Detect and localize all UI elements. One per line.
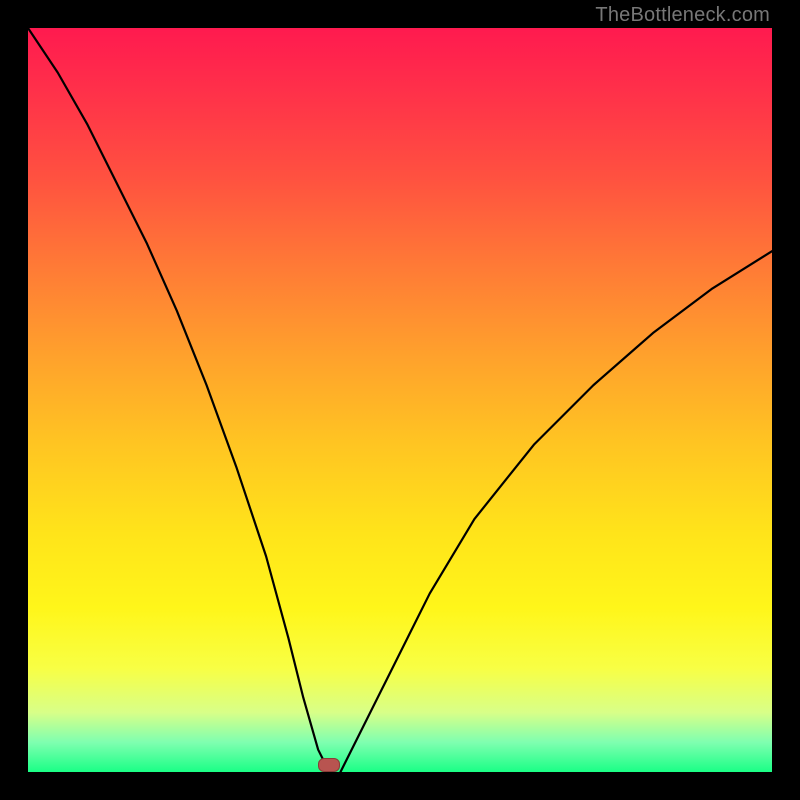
bottleneck-curve <box>28 28 772 772</box>
plot-area <box>28 28 772 772</box>
chart-frame: TheBottleneck.com <box>0 0 800 800</box>
curve-right-branch <box>340 251 772 772</box>
curve-left-branch <box>28 28 329 772</box>
watermark-text: TheBottleneck.com <box>595 4 770 27</box>
optimum-marker <box>318 758 340 772</box>
